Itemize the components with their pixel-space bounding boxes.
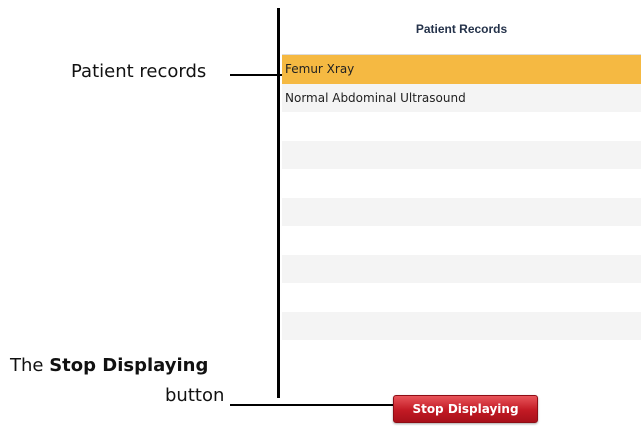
stop-callout-leader <box>230 404 393 406</box>
patient-record-row[interactable] <box>282 254 641 283</box>
patient-record-row[interactable] <box>282 169 641 198</box>
stop-displaying-button[interactable]: Stop Displaying <box>393 395 538 423</box>
patient-record-row[interactable]: Normal Abdominal Ultrasound <box>282 83 641 112</box>
records-callout-leader <box>230 74 282 76</box>
stop-callout-prefix: The <box>10 355 50 376</box>
patient-record-row[interactable] <box>282 340 641 369</box>
panel-divider <box>277 8 280 398</box>
patient-record-row[interactable] <box>282 197 641 226</box>
patient-record-row[interactable] <box>282 311 641 340</box>
patient-record-row[interactable] <box>282 226 641 255</box>
patient-record-row[interactable] <box>282 140 641 169</box>
patient-record-row[interactable] <box>282 112 641 141</box>
patient-record-row[interactable] <box>282 283 641 312</box>
patient-records-list: Femur Xray Normal Abdominal Ultrasound <box>282 54 641 373</box>
stop-callout-bold: Stop Displaying <box>49 355 209 376</box>
stop-callout-label: The Stop Displaying <box>10 355 208 377</box>
panel-title: Patient Records <box>415 22 508 36</box>
patient-record-row[interactable]: Femur Xray <box>282 55 641 84</box>
records-callout-label: Patient records <box>71 61 207 82</box>
stop-callout-suffix: button <box>165 385 225 406</box>
